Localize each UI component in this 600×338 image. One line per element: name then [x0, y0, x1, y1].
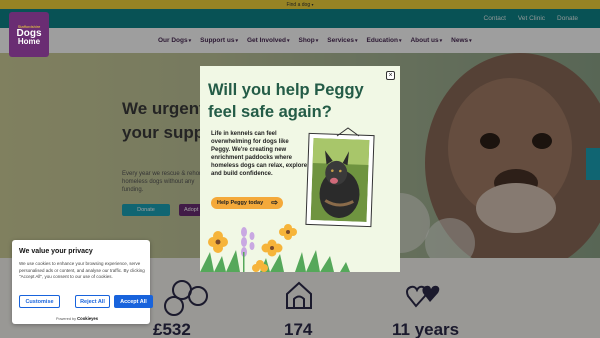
help-peggy-button[interactable]: Help Peggy today ⇨: [211, 197, 283, 209]
cookie-accept-all-button[interactable]: Accept All: [114, 295, 153, 308]
cookie-text: We use cookies to enhance your browsing …: [19, 261, 145, 279]
peggy-photo: [310, 138, 370, 222]
close-icon[interactable]: ×: [386, 71, 395, 80]
modal-text: Life in kennels can feel overwhelming fo…: [211, 131, 308, 177]
hanging-string: [336, 127, 360, 137]
arrow-right-icon: ⇨: [271, 198, 278, 207]
help-peggy-label: Help Peggy today: [217, 200, 264, 206]
peggy-photo-frame: [305, 132, 375, 228]
site-logo[interactable]: Staffordshire Dogs Home: [9, 12, 49, 57]
cookie-title: We value your privacy: [19, 248, 93, 255]
cookie-consent-banner: We value your privacy We use cookies to …: [12, 240, 153, 324]
cookie-reject-all-button[interactable]: Reject All: [75, 295, 110, 308]
logo-line-3: Home: [17, 36, 41, 46]
powered-by-label: Powered by: [56, 317, 77, 321]
cookie-powered-by[interactable]: Powered by Cookieyes: [56, 316, 98, 321]
donation-modal: × Will you help Peggy feel safe again? L…: [200, 66, 400, 272]
cookie-customise-button[interactable]: Customise: [19, 295, 60, 308]
modal-title: Will you help Peggy feel safe again?: [208, 81, 364, 121]
cookieyes-brand: Cookieyes: [77, 316, 99, 321]
flowers-illustration: [200, 224, 350, 272]
